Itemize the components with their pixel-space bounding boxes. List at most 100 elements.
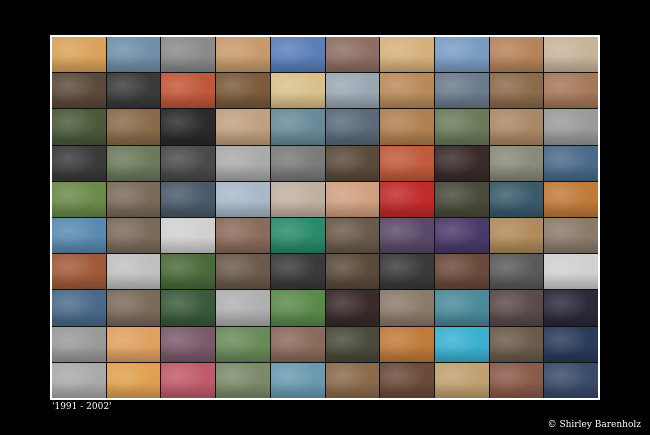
mosaic-photo-tile [270, 109, 325, 145]
mosaic-photo-tile [325, 181, 380, 217]
mosaic-photo-tile [544, 73, 598, 109]
mosaic-photo-tile [216, 326, 270, 362]
mosaic-photo-tile [106, 326, 161, 362]
mosaic-photo-tile [106, 290, 161, 326]
mosaic-photo-tile [325, 73, 380, 109]
mosaic-photo-tile [216, 37, 270, 73]
mosaic-photo-tile [380, 254, 434, 290]
mosaic-photo-tile [325, 326, 380, 362]
mosaic-photo-tile [106, 145, 161, 181]
mosaic-photo-tile [161, 254, 216, 290]
mosaic-photo-tile [161, 181, 216, 217]
mosaic-photo-tile [434, 290, 489, 326]
mosaic-photo-tile [544, 290, 598, 326]
mosaic-photo-tile [434, 218, 489, 254]
mosaic-photo-tile [434, 109, 489, 145]
mosaic-photo-tile [489, 218, 544, 254]
mosaic-photo-tile [489, 326, 544, 362]
mosaic-photo-tile [380, 145, 434, 181]
mosaic-photo-tile [270, 145, 325, 181]
mosaic-photo-tile [216, 73, 270, 109]
mosaic-photo-tile [52, 326, 106, 362]
mosaic-photo-tile [434, 37, 489, 73]
mosaic-photo-tile [325, 290, 380, 326]
photo-mosaic [52, 37, 598, 398]
mosaic-photo-tile [106, 109, 161, 145]
mosaic-photo-tile [52, 218, 106, 254]
mosaic-photo-tile [161, 326, 216, 362]
mosaic-photo-tile [52, 37, 106, 73]
mosaic-photo-tile [544, 326, 598, 362]
mosaic-photo-tile [489, 37, 544, 73]
years-caption: '1991 - 2002' [52, 402, 112, 412]
mosaic-photo-tile [216, 254, 270, 290]
mosaic-photo-tile [434, 326, 489, 362]
mosaic-photo-tile [544, 37, 598, 73]
mosaic-photo-tile [270, 37, 325, 73]
mosaic-photo-tile [434, 73, 489, 109]
copyright-caption: © Shirley Barenholz [547, 420, 641, 430]
mosaic-photo-tile [489, 254, 544, 290]
mosaic-photo-tile [106, 37, 161, 73]
mosaic-photo-tile [106, 181, 161, 217]
mosaic-photo-tile [325, 254, 380, 290]
mosaic-photo-tile [489, 145, 544, 181]
mosaic-photo-tile [380, 37, 434, 73]
photo-collage-page: '1991 - 2002' © Shirley Barenholz [0, 0, 650, 435]
mosaic-photo-tile [161, 109, 216, 145]
mosaic-photo-tile [270, 254, 325, 290]
mosaic-photo-tile [380, 218, 434, 254]
mosaic-photo-tile [161, 362, 216, 398]
mosaic-photo-tile [544, 254, 598, 290]
mosaic-frame [50, 35, 600, 400]
mosaic-photo-tile [161, 37, 216, 73]
mosaic-photo-tile [216, 109, 270, 145]
mosaic-photo-tile [106, 254, 161, 290]
mosaic-photo-tile [544, 181, 598, 217]
mosaic-photo-tile [161, 73, 216, 109]
mosaic-photo-tile [380, 73, 434, 109]
mosaic-photo-tile [325, 145, 380, 181]
mosaic-photo-tile [489, 109, 544, 145]
mosaic-photo-tile [270, 326, 325, 362]
mosaic-photo-tile [216, 218, 270, 254]
mosaic-photo-tile [52, 109, 106, 145]
mosaic-photo-tile [380, 290, 434, 326]
mosaic-photo-tile [270, 290, 325, 326]
mosaic-photo-tile [380, 109, 434, 145]
mosaic-photo-tile [380, 181, 434, 217]
mosaic-photo-tile [216, 181, 270, 217]
mosaic-photo-tile [544, 362, 598, 398]
mosaic-photo-tile [434, 362, 489, 398]
mosaic-photo-tile [380, 326, 434, 362]
mosaic-photo-tile [544, 109, 598, 145]
mosaic-photo-tile [161, 145, 216, 181]
mosaic-photo-tile [325, 109, 380, 145]
mosaic-photo-tile [106, 73, 161, 109]
mosaic-photo-tile [216, 362, 270, 398]
mosaic-photo-tile [270, 362, 325, 398]
mosaic-photo-tile [489, 290, 544, 326]
mosaic-photo-tile [216, 145, 270, 181]
mosaic-photo-tile [434, 254, 489, 290]
mosaic-photo-tile [161, 218, 216, 254]
mosaic-photo-tile [544, 145, 598, 181]
mosaic-photo-tile [52, 73, 106, 109]
mosaic-photo-tile [52, 362, 106, 398]
mosaic-photo-tile [106, 218, 161, 254]
mosaic-photo-tile [489, 181, 544, 217]
mosaic-photo-tile [325, 218, 380, 254]
mosaic-photo-tile [434, 145, 489, 181]
mosaic-photo-tile [52, 290, 106, 326]
mosaic-photo-tile [270, 73, 325, 109]
mosaic-photo-tile [52, 181, 106, 217]
mosaic-photo-tile [161, 290, 216, 326]
mosaic-photo-tile [52, 254, 106, 290]
mosaic-photo-tile [216, 290, 270, 326]
mosaic-photo-tile [325, 362, 380, 398]
mosaic-photo-tile [52, 145, 106, 181]
mosaic-photo-tile [434, 181, 489, 217]
mosaic-photo-tile [544, 218, 598, 254]
mosaic-photo-tile [106, 362, 161, 398]
mosaic-photo-tile [325, 37, 380, 73]
